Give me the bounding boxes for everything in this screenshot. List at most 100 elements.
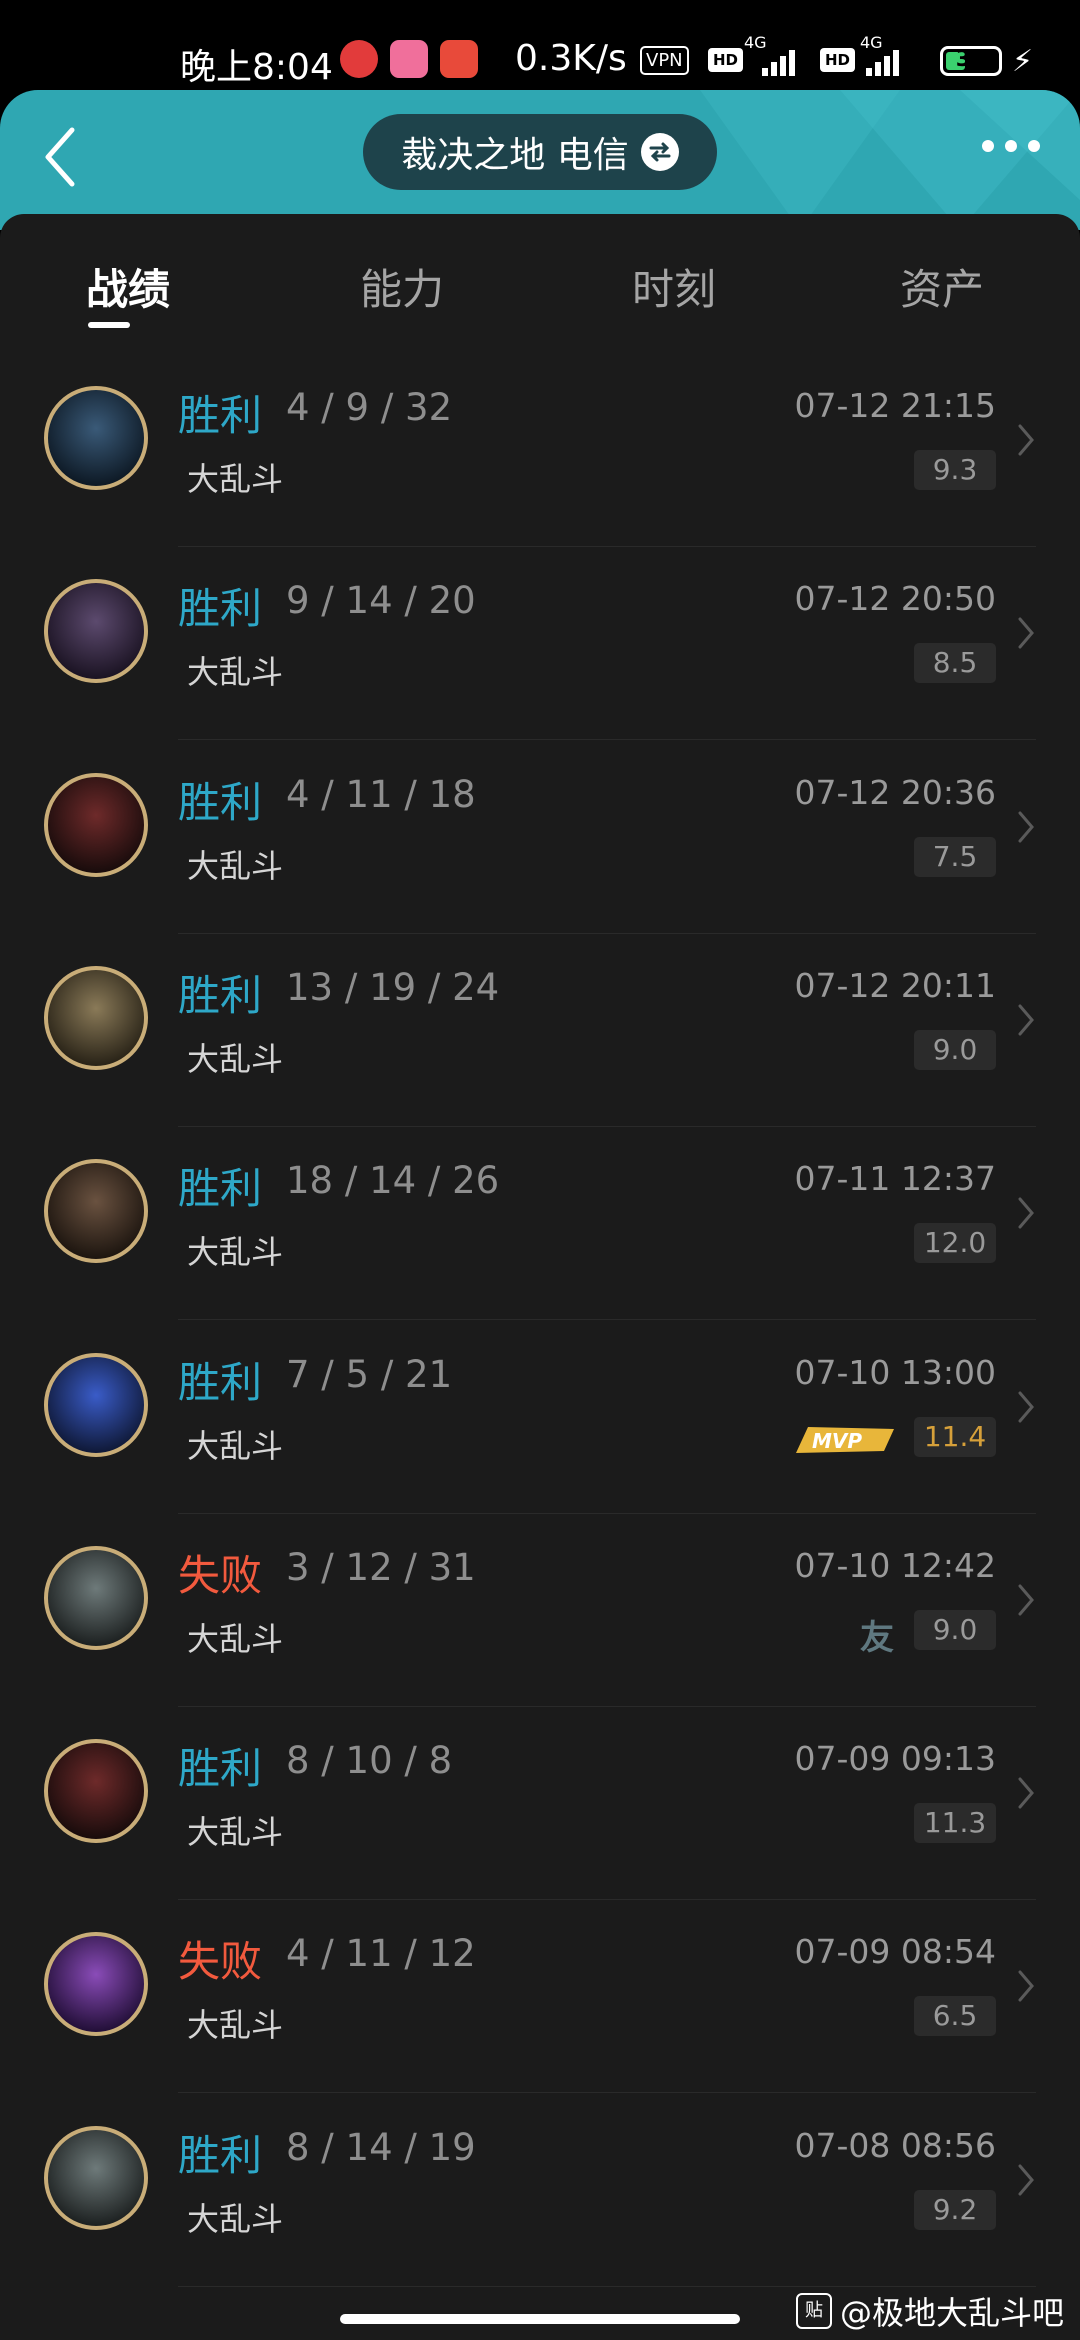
match-kda: 13 / 19 / 24 [286,965,500,1009]
match-row[interactable]: 失败 3 / 12 / 31 大乱斗 07-10 12:42 9.0 友 [0,1514,1080,1707]
match-mode: 大乱斗 [187,846,284,885]
chevron-right-icon [1018,2164,1034,2196]
mvp-badge: MVP [788,1421,898,1465]
tab-record[interactable]: 战绩 [86,256,170,317]
match-row[interactable]: 胜利 8 / 10 / 8 大乱斗 07-09 09:13 11.3 [0,1707,1080,1901]
match-time: 07-09 09:13 [794,1739,996,1779]
battery-level: 32 [955,47,987,72]
match-time: 07-08 08:56 [794,2125,996,2165]
chevron-right-icon [1018,1391,1034,1422]
champion-avatar [44,1352,148,1457]
watermark: 贴 @极地大乱斗吧 [795,2288,1064,2334]
champion-avatar [44,2125,148,2230]
match-row[interactable]: 胜利 4 / 9 / 32 大乱斗 07-12 21:15 9.3 [0,354,1080,547]
more-icon[interactable] [982,140,1040,152]
match-mode: 大乱斗 [187,2006,284,2045]
match-mode: 大乱斗 [187,1426,284,1465]
chevron-right-icon [1018,1004,1034,1036]
match-time: 07-10 13:00 [794,1352,996,1392]
champion-avatar [44,579,148,684]
network-speed: 0.3K/s [515,38,627,79]
match-time: 07-10 12:42 [794,1545,996,1585]
match-row[interactable]: 胜利 18 / 14 / 26 大乱斗 07-11 12:37 12.0 [0,1127,1080,1321]
match-row[interactable]: 失败 4 / 11 / 12 大乱斗 07-09 08:54 6.5 [0,1900,1080,2094]
match-result: 失败 [178,1550,263,1600]
content-panel: 战绩 能力 时刻 资产 胜利 4 / 9 / 32 大乱斗 07-12 21:1… [0,214,1080,2340]
match-score: 6.5 [914,1996,996,2037]
match-mode: 大乱斗 [187,1039,284,1078]
champion-avatar [44,1932,148,2037]
match-result: 胜利 [178,970,263,1020]
champion-avatar [44,386,148,490]
battery-icon: 32 [940,46,1002,76]
match-score: 9.2 [914,2189,996,2230]
status-app-icons [340,40,478,78]
mvp-badge-text: MVP [812,1429,862,1453]
match-mode: 大乱斗 [187,1619,284,1658]
header-decoration [700,90,1080,230]
game-app-icon [440,40,478,78]
match-result: 胜利 [178,2130,263,2180]
match-time: 07-11 12:37 [794,1159,996,1199]
tab-moments[interactable]: 时刻 [632,256,716,317]
match-row[interactable]: 胜利 7 / 5 / 21 大乱斗 07-10 13:00 11.4 MVP [0,1321,1080,1514]
server-selector[interactable]: 裁决之地 电信 [363,114,717,190]
match-score: 9.0 [914,1029,996,1070]
match-result: 胜利 [178,1744,263,1794]
champion-avatar [44,772,148,877]
tieba-icon: 贴 [795,2293,832,2329]
match-row[interactable]: 胜利 4 / 11 / 18 大乱斗 07-12 20:36 7.5 [0,741,1080,934]
match-score: 7.5 [914,836,996,877]
status-bar: 晚上8:04 0.3K/s VPN HD 4G HD 4G 32 ⚡ [0,0,1080,90]
match-score: 11.3 [914,1803,996,1844]
match-result: 胜利 [178,1164,263,1214]
chevron-right-icon [1018,424,1034,456]
chevron-right-icon [1018,1777,1034,1809]
match-score: 11.4 [914,1416,996,1457]
match-score: 12.0 [914,1223,996,1264]
charging-icon: ⚡ [1012,44,1034,79]
match-result: 胜利 [178,777,263,827]
back-icon[interactable] [38,122,88,192]
match-row[interactable]: 胜利 8 / 14 / 19 大乱斗 07-08 08:56 9.2 [0,2094,1080,2287]
chevron-right-icon [1018,1197,1034,1229]
match-score: 9.3 [914,450,996,490]
match-time: 07-09 08:54 [794,1932,996,1972]
chevron-right-icon [1018,617,1034,649]
match-row[interactable]: 胜利 9 / 14 / 20 大乱斗 07-12 20:50 8.5 [0,547,1080,741]
match-mode: 大乱斗 [187,653,284,692]
signal-icon-2: 4G [860,34,899,76]
status-time: 晚上8:04 [180,47,333,88]
match-result: 胜利 [178,1357,263,1407]
match-kda: 8 / 10 / 8 [286,1739,453,1783]
friend-badge: 友 [860,1617,894,1658]
watermark-text: @极地大乱斗吧 [839,2294,1064,2332]
bilibili-icon [390,40,428,78]
match-kda: 4 / 11 / 12 [286,1932,476,1976]
tab-ability[interactable]: 能力 [360,256,444,317]
signal-icon: 4G [744,34,795,76]
chevron-right-icon [1018,1970,1034,2002]
home-indicator[interactable] [340,2314,740,2324]
server-title: 裁决之地 电信 [401,135,629,176]
match-time: 07-12 20:36 [794,772,996,812]
champion-avatar [44,1545,148,1650]
match-time: 07-12 21:15 [794,386,996,425]
chevron-right-icon [1018,1584,1034,1616]
match-kda: 4 / 11 / 18 [286,772,476,816]
match-mode: 大乱斗 [187,2199,284,2238]
match-result: 胜利 [178,391,263,440]
match-kda: 3 / 12 / 31 [286,1545,476,1589]
match-score: 9.0 [914,1609,996,1650]
hd-icon: HD [708,48,744,72]
netease-music-icon [340,40,378,78]
match-time: 07-12 20:50 [794,579,996,619]
match-kda: 8 / 14 / 19 [286,2125,476,2169]
match-time: 07-12 20:11 [794,965,996,1005]
match-row[interactable]: 胜利 13 / 19 / 24 大乱斗 07-12 20:11 9.0 [0,934,1080,1127]
match-score: 8.5 [914,643,996,684]
app-header: 裁决之地 电信 [0,90,1080,230]
match-kda: 18 / 14 / 26 [286,1159,500,1203]
match-result: 失败 [178,1937,263,1987]
tab-assets[interactable]: 资产 [900,256,984,317]
